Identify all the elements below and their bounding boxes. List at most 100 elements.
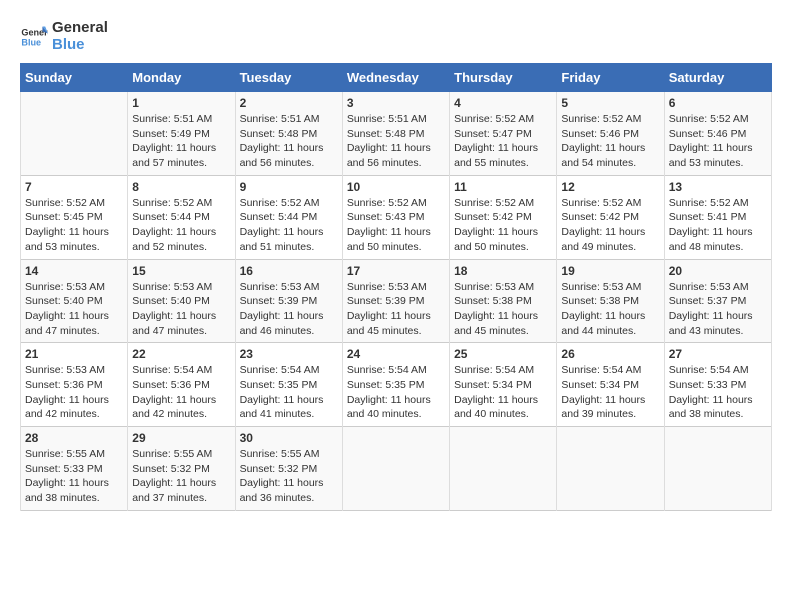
- logo-blue-text: Blue: [52, 37, 108, 54]
- calendar-cell: [342, 427, 449, 511]
- day-number: 8: [132, 180, 230, 194]
- day-info: Sunrise: 5:53 AM Sunset: 5:39 PM Dayligh…: [240, 280, 338, 339]
- day-info: Sunrise: 5:51 AM Sunset: 5:48 PM Dayligh…: [347, 112, 445, 171]
- day-number: 26: [561, 347, 659, 361]
- day-info: Sunrise: 5:52 AM Sunset: 5:44 PM Dayligh…: [132, 196, 230, 255]
- day-number: 12: [561, 180, 659, 194]
- calendar-cell: 4 Sunrise: 5:52 AM Sunset: 5:47 PM Daylig…: [450, 92, 557, 176]
- day-number: 15: [132, 264, 230, 278]
- day-info: Sunrise: 5:52 AM Sunset: 5:42 PM Dayligh…: [561, 196, 659, 255]
- day-number: 6: [669, 96, 767, 110]
- calendar-week-3: 14 Sunrise: 5:53 AM Sunset: 5:40 PM Dayli…: [21, 259, 772, 343]
- calendar-cell: 11 Sunrise: 5:52 AM Sunset: 5:42 PM Dayli…: [450, 175, 557, 259]
- calendar-cell: 5 Sunrise: 5:52 AM Sunset: 5:46 PM Daylig…: [557, 92, 664, 176]
- calendar-cell: 7Sunrise: 5:52 AM Sunset: 5:45 PM Daylig…: [21, 175, 128, 259]
- logo-general-text: General: [52, 20, 108, 37]
- day-info: Sunrise: 5:51 AM Sunset: 5:48 PM Dayligh…: [240, 112, 338, 171]
- calendar-cell: 21 Sunrise: 5:53 AM Sunset: 5:36 PM Dayli…: [21, 343, 128, 427]
- calendar-cell: 24 Sunrise: 5:54 AM Sunset: 5:35 PM Dayli…: [342, 343, 449, 427]
- calendar-week-4: 21 Sunrise: 5:53 AM Sunset: 5:36 PM Dayli…: [21, 343, 772, 427]
- day-info: Sunrise: 5:53 AM Sunset: 5:40 PM Dayligh…: [132, 280, 230, 339]
- day-info: Sunrise: 5:53 AM Sunset: 5:39 PM Dayligh…: [347, 280, 445, 339]
- day-number: 14: [25, 264, 123, 278]
- day-number: 21: [25, 347, 123, 361]
- day-number: 16: [240, 264, 338, 278]
- day-info: Sunrise: 5:54 AM Sunset: 5:34 PM Dayligh…: [454, 363, 552, 422]
- day-info: Sunrise: 5:54 AM Sunset: 5:34 PM Dayligh…: [561, 363, 659, 422]
- col-header-sunday: Sunday: [21, 64, 128, 92]
- calendar-cell: 17Sunrise: 5:53 AM Sunset: 5:39 PM Dayli…: [342, 259, 449, 343]
- calendar-cell: 15 Sunrise: 5:53 AM Sunset: 5:40 PM Dayli…: [128, 259, 235, 343]
- svg-text:Blue: Blue: [21, 37, 41, 47]
- day-number: 27: [669, 347, 767, 361]
- col-header-friday: Friday: [557, 64, 664, 92]
- day-info: Sunrise: 5:53 AM Sunset: 5:38 PM Dayligh…: [454, 280, 552, 339]
- day-number: 20: [669, 264, 767, 278]
- calendar-cell: 12 Sunrise: 5:52 AM Sunset: 5:42 PM Dayli…: [557, 175, 664, 259]
- calendar-cell: 16 Sunrise: 5:53 AM Sunset: 5:39 PM Dayli…: [235, 259, 342, 343]
- calendar-cell: 28 Sunrise: 5:55 AM Sunset: 5:33 PM Dayli…: [21, 427, 128, 511]
- day-info: Sunrise: 5:52 AM Sunset: 5:46 PM Dayligh…: [561, 112, 659, 171]
- day-info: Sunrise: 5:53 AM Sunset: 5:37 PM Dayligh…: [669, 280, 767, 339]
- day-number: 10: [347, 180, 445, 194]
- day-info: Sunrise: 5:52 AM Sunset: 5:46 PM Dayligh…: [669, 112, 767, 171]
- calendar-cell: 6 Sunrise: 5:52 AM Sunset: 5:46 PM Daylig…: [664, 92, 771, 176]
- col-header-tuesday: Tuesday: [235, 64, 342, 92]
- calendar-week-5: 28 Sunrise: 5:55 AM Sunset: 5:33 PM Dayli…: [21, 427, 772, 511]
- calendar-cell: 3 Sunrise: 5:51 AM Sunset: 5:48 PM Daylig…: [342, 92, 449, 176]
- calendar-cell: 2Sunrise: 5:51 AM Sunset: 5:48 PM Daylig…: [235, 92, 342, 176]
- calendar-cell: 19Sunrise: 5:53 AM Sunset: 5:38 PM Dayli…: [557, 259, 664, 343]
- calendar-week-2: 7Sunrise: 5:52 AM Sunset: 5:45 PM Daylig…: [21, 175, 772, 259]
- day-number: 4: [454, 96, 552, 110]
- calendar-week-1: 1Sunrise: 5:51 AM Sunset: 5:49 PM Daylig…: [21, 92, 772, 176]
- day-number: 1: [132, 96, 230, 110]
- day-info: Sunrise: 5:54 AM Sunset: 5:35 PM Dayligh…: [347, 363, 445, 422]
- calendar-cell: 23 Sunrise: 5:54 AM Sunset: 5:35 PM Dayli…: [235, 343, 342, 427]
- day-number: 3: [347, 96, 445, 110]
- day-number: 28: [25, 431, 123, 445]
- day-info: Sunrise: 5:52 AM Sunset: 5:43 PM Dayligh…: [347, 196, 445, 255]
- calendar-cell: 30Sunrise: 5:55 AM Sunset: 5:32 PM Dayli…: [235, 427, 342, 511]
- header: General Blue General Blue: [20, 20, 772, 53]
- day-info: Sunrise: 5:53 AM Sunset: 5:36 PM Dayligh…: [25, 363, 123, 422]
- day-info: Sunrise: 5:52 AM Sunset: 5:41 PM Dayligh…: [669, 196, 767, 255]
- calendar-cell: 18Sunrise: 5:53 AM Sunset: 5:38 PM Dayli…: [450, 259, 557, 343]
- col-header-monday: Monday: [128, 64, 235, 92]
- day-info: Sunrise: 5:55 AM Sunset: 5:32 PM Dayligh…: [132, 447, 230, 506]
- day-number: 23: [240, 347, 338, 361]
- day-number: 22: [132, 347, 230, 361]
- calendar-cell: 10 Sunrise: 5:52 AM Sunset: 5:43 PM Dayli…: [342, 175, 449, 259]
- calendar-cell: 8 Sunrise: 5:52 AM Sunset: 5:44 PM Daylig…: [128, 175, 235, 259]
- day-info: Sunrise: 5:53 AM Sunset: 5:38 PM Dayligh…: [561, 280, 659, 339]
- calendar-header-row: SundayMondayTuesdayWednesdayThursdayFrid…: [21, 64, 772, 92]
- calendar-cell: 1Sunrise: 5:51 AM Sunset: 5:49 PM Daylig…: [128, 92, 235, 176]
- calendar-cell: 29 Sunrise: 5:55 AM Sunset: 5:32 PM Dayli…: [128, 427, 235, 511]
- day-number: 29: [132, 431, 230, 445]
- logo: General Blue General Blue: [20, 20, 108, 53]
- day-info: Sunrise: 5:52 AM Sunset: 5:44 PM Dayligh…: [240, 196, 338, 255]
- day-info: Sunrise: 5:55 AM Sunset: 5:32 PM Dayligh…: [240, 447, 338, 506]
- calendar-cell: 14 Sunrise: 5:53 AM Sunset: 5:40 PM Dayli…: [21, 259, 128, 343]
- col-header-saturday: Saturday: [664, 64, 771, 92]
- calendar-cell: 22 Sunrise: 5:54 AM Sunset: 5:36 PM Dayli…: [128, 343, 235, 427]
- day-number: 5: [561, 96, 659, 110]
- day-number: 25: [454, 347, 552, 361]
- day-info: Sunrise: 5:52 AM Sunset: 5:42 PM Dayligh…: [454, 196, 552, 255]
- calendar-cell: 26 Sunrise: 5:54 AM Sunset: 5:34 PM Dayli…: [557, 343, 664, 427]
- day-info: Sunrise: 5:53 AM Sunset: 5:40 PM Dayligh…: [25, 280, 123, 339]
- day-info: Sunrise: 5:54 AM Sunset: 5:36 PM Dayligh…: [132, 363, 230, 422]
- day-number: 9: [240, 180, 338, 194]
- day-info: Sunrise: 5:55 AM Sunset: 5:33 PM Dayligh…: [25, 447, 123, 506]
- logo-icon: General Blue: [20, 23, 48, 51]
- calendar-cell: 27Sunrise: 5:54 AM Sunset: 5:33 PM Dayli…: [664, 343, 771, 427]
- calendar-cell: [557, 427, 664, 511]
- day-info: Sunrise: 5:52 AM Sunset: 5:47 PM Dayligh…: [454, 112, 552, 171]
- calendar-cell: [21, 92, 128, 176]
- day-number: 24: [347, 347, 445, 361]
- day-number: 7: [25, 180, 123, 194]
- day-number: 11: [454, 180, 552, 194]
- day-info: Sunrise: 5:54 AM Sunset: 5:35 PM Dayligh…: [240, 363, 338, 422]
- calendar-cell: 20 Sunrise: 5:53 AM Sunset: 5:37 PM Dayli…: [664, 259, 771, 343]
- calendar-cell: 25 Sunrise: 5:54 AM Sunset: 5:34 PM Dayli…: [450, 343, 557, 427]
- calendar-cell: 13Sunrise: 5:52 AM Sunset: 5:41 PM Dayli…: [664, 175, 771, 259]
